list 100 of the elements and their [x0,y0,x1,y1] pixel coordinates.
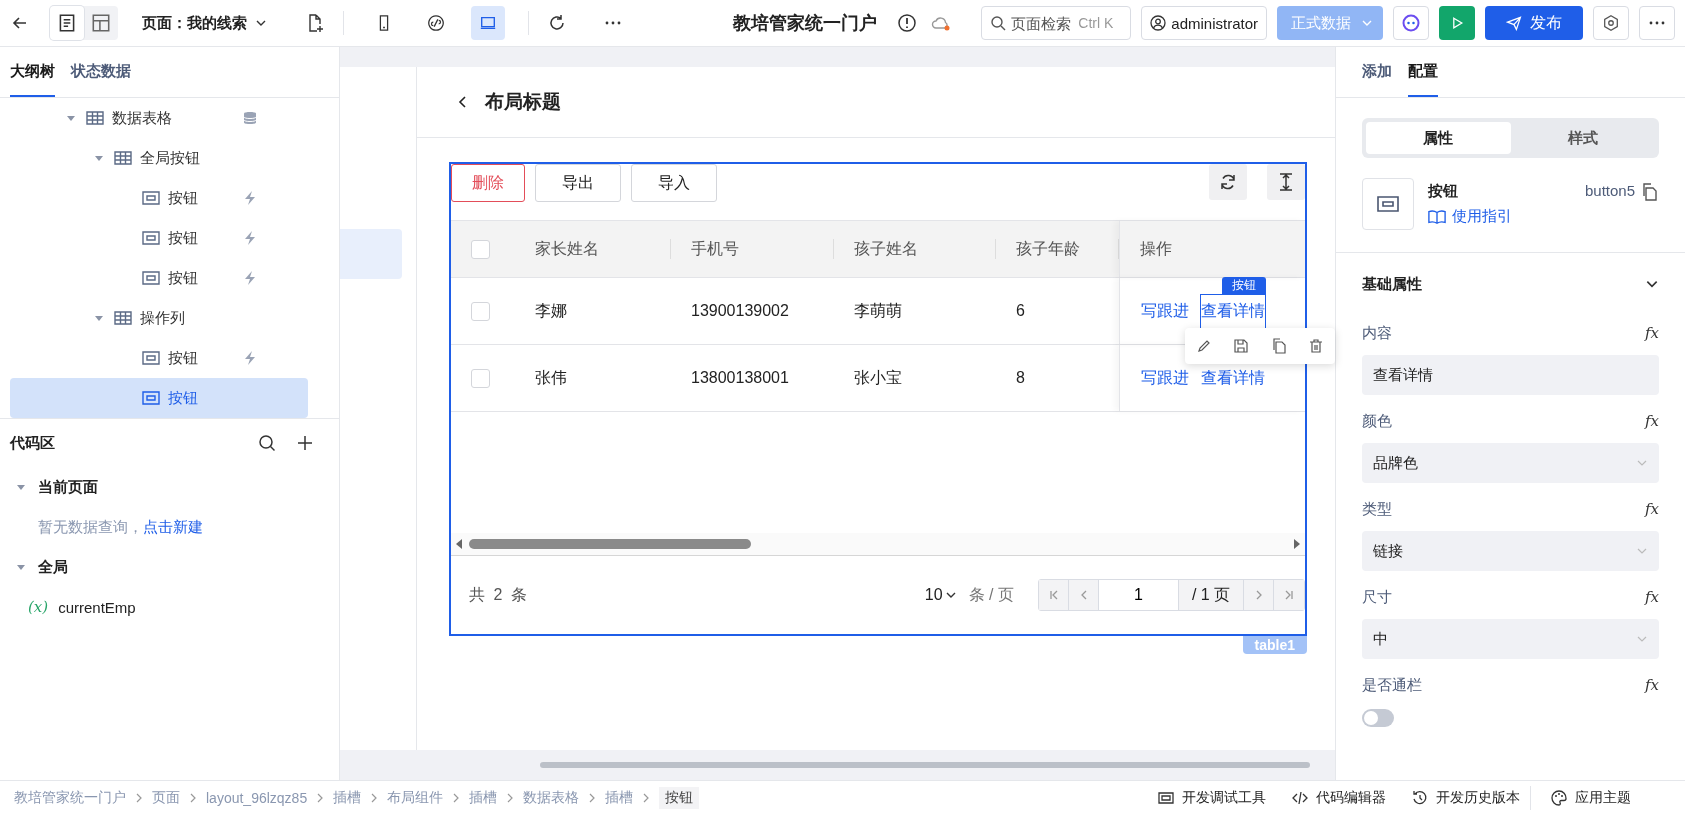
code-editor-button[interactable]: 代码编辑器 [1292,789,1386,807]
search-icon[interactable] [257,433,277,453]
history-button[interactable]: 开发历史版本 [1412,789,1520,807]
checkbox[interactable] [471,301,490,321]
select-field[interactable]: 品牌色 [1362,443,1659,483]
panel-tab[interactable]: 添加 [1362,47,1392,97]
panel-tab[interactable]: 配置 [1408,47,1438,97]
checkbox[interactable] [471,368,490,388]
left-arrow-icon[interactable] [455,538,463,550]
create-link[interactable]: 点击新建 [143,517,203,537]
table-cell-text: 6 [1015,301,1026,321]
copy-icon[interactable] [1641,183,1659,201]
page-input[interactable]: 1 [1107,583,1170,607]
monitor-icon [1158,790,1174,806]
table-cell-text: 13900139002 [690,301,790,321]
save-icon[interactable] [1233,338,1250,354]
settings-icon [1602,14,1620,32]
scrollbar[interactable] [540,762,1310,768]
table-frame[interactable]: 删除 导出 导入 家长姓名 手机号 孩子姓名 孩子年龄 操作 李娜 13900139002 李萌萌 6 写跟进 按钮 查看详情 张伟 13800138001 张小宝 8 写跟进 查看详情 共 2 条 10 条 / 页 1 / 1 页 [449,162,1307,636]
settings-button[interactable] [1593,6,1629,40]
action-link[interactable]: 写跟进 [1140,360,1190,396]
scrollbar[interactable] [451,533,1305,556]
tree-item[interactable]: 全局按钮 [10,138,308,178]
assistant-button[interactable] [1393,6,1429,40]
tree-item[interactable]: 按钮 [10,218,308,258]
caret-icon[interactable] [16,562,26,572]
segment-tab[interactable]: 样式 [1510,122,1655,154]
theme-button[interactable]: 应用主题 [1551,789,1631,807]
panel-tab[interactable]: 大纲树 [10,47,55,97]
table-icon [114,311,132,325]
more-icon[interactable] [605,21,621,25]
refresh-button[interactable] [1209,164,1247,200]
palette-icon [1551,790,1567,806]
page-size-dropdown[interactable]: 10 [924,586,957,604]
formula-button[interactable]: fx [1645,412,1659,430]
select-field[interactable]: 中 [1362,619,1659,659]
button-icon [1376,194,1400,214]
tree-item[interactable]: 按钮 [10,178,308,218]
toggle-switch[interactable] [1362,709,1394,727]
button-icon [142,271,160,285]
toolbar-button[interactable]: 导入 [631,164,717,202]
formula-button[interactable]: fx [1645,676,1659,694]
tree-item[interactable]: 按钮 [10,258,308,298]
page-title: 布局标题 [485,90,561,114]
caret-icon[interactable] [94,153,104,163]
run-button[interactable] [1439,6,1475,40]
panel-tab[interactable]: 状态数据 [71,47,131,97]
section-title: 代码区 [10,433,56,453]
page-selector[interactable]: 页面：我的线索 [142,13,267,33]
column-header: 手机号 [671,221,834,277]
desktop-icon[interactable] [471,6,505,40]
add-icon[interactable] [295,433,315,453]
text-input[interactable]: 查看详情 [1362,355,1659,395]
caret-icon[interactable] [94,313,104,323]
formula-button[interactable]: fx [1645,588,1659,606]
publish-button[interactable]: 发布 [1485,6,1583,40]
copy-icon[interactable] [1270,338,1287,354]
formula-button[interactable]: fx [1645,500,1659,518]
column-header: 家长姓名 [515,221,671,277]
tree-item[interactable]: 按钮 [10,338,308,378]
property-label: 颜色 [1362,411,1392,431]
tree-item[interactable]: 数据表格 [10,98,308,138]
table-cell-text: 张伟 [534,367,568,388]
total-count: 共 2 条 [469,584,529,605]
caret-icon[interactable] [16,482,26,492]
property-label: 是否通栏 [1362,675,1422,695]
property-label: 类型 [1362,499,1392,519]
empty-message: 暂无数据查询， [38,517,143,537]
robot-icon [1401,13,1421,33]
page-view-icon[interactable] [50,6,84,40]
table-cell-text: 李萌萌 [853,300,903,321]
more-icon [1649,21,1665,25]
right-arrow-icon[interactable] [1293,538,1301,550]
tree-item[interactable]: 操作列 [10,298,308,338]
tree-item[interactable]: 按钮 [10,378,308,418]
checkbox[interactable] [471,239,490,259]
variable-item[interactable]: (x) currentEmp [10,587,329,627]
debug-tools-button[interactable]: 开发调试工具 [1158,789,1266,807]
toolbar-button[interactable]: 导出 [535,164,621,202]
send-icon [1506,15,1522,31]
info-icon[interactable] [897,13,918,33]
action-link[interactable]: 查看详情 [1200,360,1266,396]
caret-icon[interactable] [66,113,76,123]
guide-link[interactable]: 使用指引 [1428,207,1571,226]
button-icon [142,351,160,365]
row-height-button[interactable] [1267,164,1305,200]
action-link[interactable]: 写跟进 [1140,293,1190,329]
breadcrumb-item[interactable]: 按钮 [659,787,700,809]
user-button[interactable]: administrator [1141,6,1267,40]
delete-icon[interactable] [1308,338,1325,354]
refresh-icon[interactable] [547,13,567,33]
segment-tab[interactable]: 属性 [1366,122,1511,154]
edit-icon[interactable] [1195,338,1212,354]
delete-button[interactable]: 删除 [451,164,525,202]
formula-button[interactable]: fx [1645,324,1659,342]
highlight-bar [340,229,402,279]
column-header: 孩子姓名 [834,221,996,277]
search-input[interactable]: 页面检索 [1011,14,1074,32]
select-field[interactable]: 链接 [1362,531,1659,571]
chevron-icon [134,793,144,803]
